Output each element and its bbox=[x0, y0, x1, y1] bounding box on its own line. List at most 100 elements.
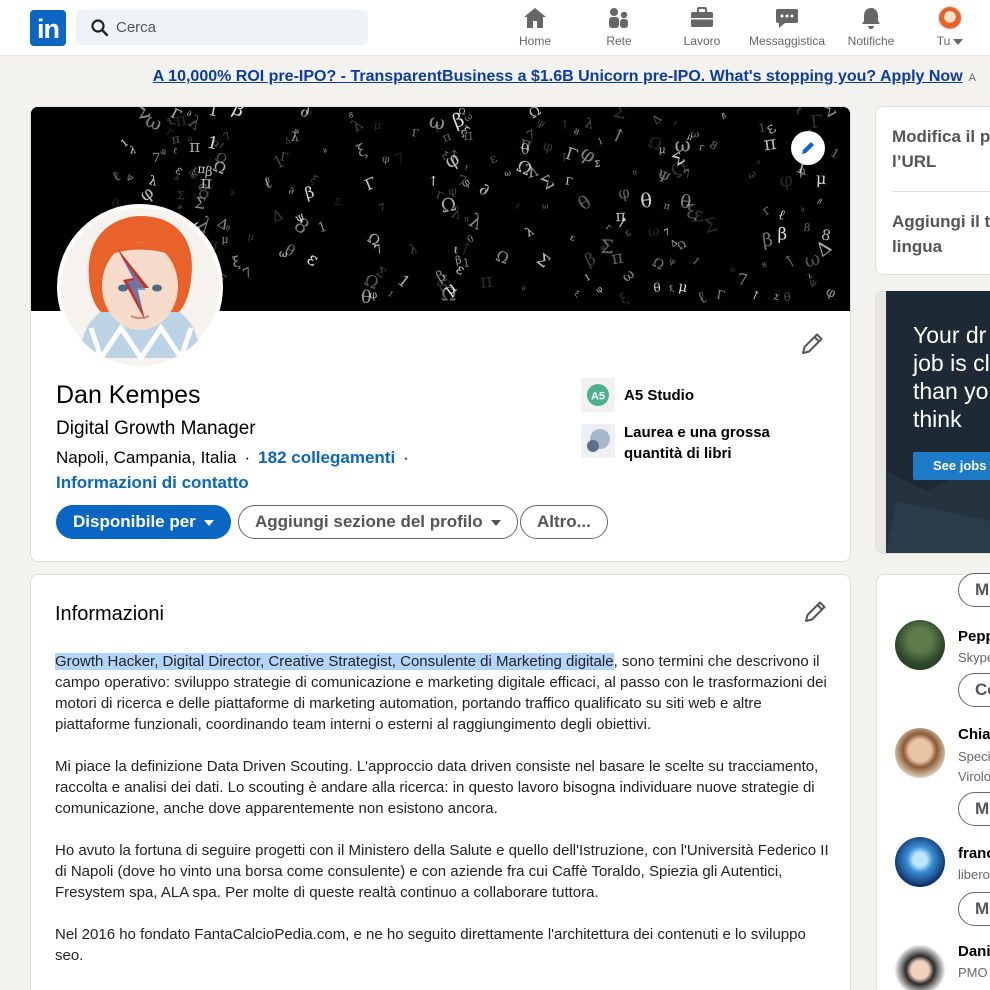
education-logo[interactable] bbox=[581, 424, 615, 458]
profile-settings-card: Modifica il pr l’URL Aggiungi il tu ling… bbox=[875, 106, 990, 275]
about-paragraph: Mi piace la definizione Data Driven Scou… bbox=[55, 758, 819, 817]
selected-text: Growth Hacker, Digital Director, Creativ… bbox=[55, 653, 614, 670]
nav-jobs-label: Lavoro bbox=[683, 34, 721, 48]
person-name[interactable]: franc bbox=[958, 845, 990, 862]
edit-about-button[interactable] bbox=[800, 597, 830, 627]
about-text: Growth Hacker, Digital Director, Creativ… bbox=[55, 651, 835, 987]
nav-home[interactable]: Home bbox=[509, 4, 561, 52]
profile-headline: Digital Growth Manager bbox=[56, 418, 256, 439]
briefcase-icon bbox=[691, 7, 713, 27]
separator-dot: · bbox=[403, 448, 409, 467]
person-subtitle: Virolo bbox=[958, 769, 990, 784]
profile-photo[interactable] bbox=[57, 204, 223, 370]
separator-dot: · bbox=[244, 448, 251, 467]
ad-label: A bbox=[968, 72, 976, 84]
add-language-link[interactable]: Aggiungi il tu lingua bbox=[892, 209, 990, 259]
edit-profile-url-link[interactable]: Modifica il pr l’URL bbox=[892, 124, 990, 174]
add-section-button[interactable]: Aggiungi sezione del profilo bbox=[238, 505, 518, 539]
nav-me[interactable]: Tu bbox=[930, 4, 970, 52]
person-name[interactable]: Dani bbox=[958, 943, 990, 960]
nav-jobs[interactable]: Lavoro bbox=[676, 4, 728, 52]
more-label: Altro... bbox=[537, 512, 591, 531]
cover-glyph: ↑ bbox=[560, 117, 570, 131]
connections-link[interactable]: 182 collegamenti bbox=[258, 448, 395, 467]
messaging-icon bbox=[776, 9, 798, 28]
ad-headline: Your dr job is cl than yo think bbox=[913, 322, 990, 432]
person-avatar[interactable] bbox=[895, 837, 945, 887]
profile-name: Dan Kempes bbox=[56, 381, 201, 409]
promo-link[interactable]: A 10,000% ROI pre-IPO? - TransparentBusi… bbox=[153, 68, 963, 85]
about-paragraph: Nel 2016 ho fondato FantaCalcioPedia.com… bbox=[55, 926, 806, 964]
top-navigation: in Home Rete Lavoro Messagg bbox=[0, 0, 990, 56]
person-name[interactable]: Pepp bbox=[958, 628, 990, 645]
person-avatar[interactable] bbox=[895, 728, 945, 778]
person-avatar[interactable] bbox=[895, 945, 945, 990]
search-box[interactable] bbox=[76, 10, 368, 45]
nav-messaging[interactable]: Messaggistica bbox=[744, 4, 830, 52]
person-name[interactable]: Chia bbox=[958, 726, 990, 743]
person-subtitle: Speci bbox=[958, 749, 990, 764]
nav-me-label: Tu bbox=[930, 34, 970, 48]
message-button[interactable]: M bbox=[958, 573, 990, 607]
education[interactable]: Laurea e una grossa quantità di libri bbox=[624, 422, 794, 464]
connect-button[interactable]: Co bbox=[958, 673, 990, 707]
ad-see-jobs-button[interactable]: See jobs bbox=[913, 452, 990, 480]
add-section-label: Aggiungi sezione del profilo bbox=[255, 512, 483, 531]
chevron-down-icon bbox=[203, 519, 214, 526]
cover-glyph: π bbox=[632, 168, 637, 176]
search-input[interactable] bbox=[116, 10, 356, 45]
nav-home-label: Home bbox=[518, 34, 551, 48]
cover-glyph: ω bbox=[690, 127, 700, 141]
edit-cover-button[interactable] bbox=[791, 131, 825, 165]
about-title: Informazioni bbox=[55, 603, 164, 625]
about-paragraph: Growth Hacker, Digital Director, Creativ… bbox=[55, 651, 835, 735]
profile-location-row: Napoli, Campania, Italia · 182 collegament… bbox=[56, 448, 417, 468]
cover-glyph: ω bbox=[542, 201, 549, 210]
cover-glyph: 8 bbox=[803, 221, 811, 235]
company-logo[interactable]: A5 bbox=[581, 378, 615, 412]
bell-icon bbox=[862, 8, 880, 29]
user-avatar bbox=[938, 6, 962, 30]
cover-glyph: μ bbox=[816, 169, 827, 189]
linkedin-logo[interactable]: in bbox=[30, 10, 66, 46]
person-subtitle: Skype bbox=[958, 650, 990, 665]
cover-glyph: ω bbox=[674, 133, 691, 157]
cover-glyph: φ bbox=[778, 168, 794, 192]
add-language-line: lingua bbox=[892, 237, 943, 256]
chevron-down-icon bbox=[490, 519, 501, 526]
pencil-icon bbox=[805, 601, 826, 622]
open-to-label: Disponibile per bbox=[73, 512, 196, 531]
job-ad[interactable]: Your dr job is cl than yo think See jobs bbox=[886, 291, 990, 553]
cover-glyph: Σ bbox=[177, 189, 185, 202]
cover-glyph: Σ bbox=[594, 158, 601, 168]
about-card: Informazioni Growth Hacker, Digital Dire… bbox=[30, 574, 851, 990]
person-subtitle: libero bbox=[958, 867, 990, 882]
profile-photo-image bbox=[61, 208, 219, 366]
more-button[interactable]: Altro... bbox=[520, 505, 608, 539]
search-icon bbox=[91, 19, 109, 37]
profile-location: Napoli, Campania, Italia bbox=[56, 448, 237, 467]
current-company[interactable]: A5 Studio bbox=[624, 387, 694, 404]
pencil-icon bbox=[802, 142, 814, 154]
contact-info-link[interactable]: Informazioni di contatto bbox=[56, 473, 249, 493]
message-button[interactable]: M bbox=[958, 892, 990, 926]
cover-glyph: φ bbox=[369, 288, 378, 302]
cover-glyph: π bbox=[189, 136, 200, 156]
home-icon bbox=[524, 8, 546, 28]
cover-glyph: θ bbox=[639, 189, 653, 213]
nav-network[interactable]: Rete bbox=[593, 4, 645, 52]
profile-card: πβλℓ8ΣωΣΣξμΓεωℓℓβ∂1Γω1↑7εξ↑∂ΩμωΩλ1∂ω8π81… bbox=[30, 106, 851, 562]
open-to-button[interactable]: Disponibile per bbox=[56, 505, 231, 539]
cover-glyph: λ bbox=[129, 145, 136, 157]
cover-glyph: β bbox=[777, 224, 787, 243]
cover-glyph: 7 bbox=[152, 151, 161, 166]
edit-url-line: l’URL bbox=[892, 152, 937, 171]
cover-glyph: Γ bbox=[565, 176, 574, 188]
person-avatar[interactable] bbox=[895, 620, 945, 670]
network-icon bbox=[609, 8, 628, 28]
about-paragraph: Ho avuto la fortuna di seguire progetti … bbox=[55, 842, 829, 901]
nav-notifications[interactable]: Notifiche bbox=[842, 4, 900, 52]
edit-intro-button[interactable] bbox=[797, 329, 827, 359]
message-button[interactable]: M bbox=[958, 792, 990, 826]
cover-glyph: θ bbox=[653, 281, 662, 296]
